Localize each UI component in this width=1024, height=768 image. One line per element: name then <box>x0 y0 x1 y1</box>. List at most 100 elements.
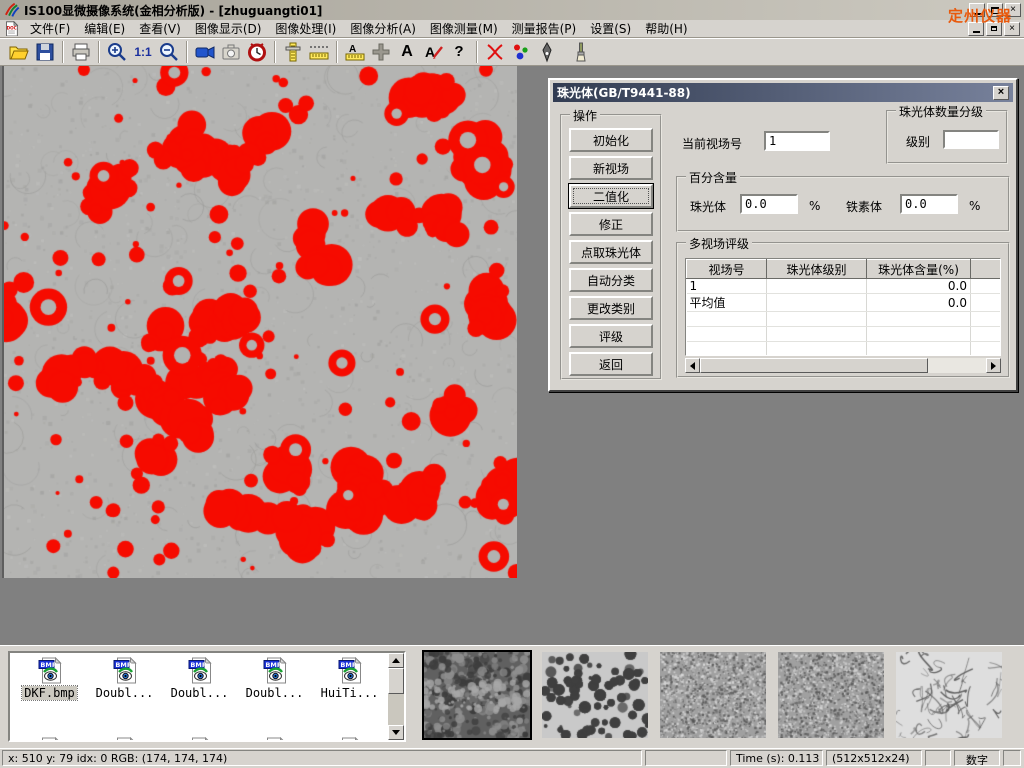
zoom-in-icon <box>106 41 128 63</box>
save-button[interactable] <box>32 40 58 64</box>
pearlite-label: 珠光体 <box>690 198 726 215</box>
table-cell: 1 <box>687 279 767 294</box>
minimize-icon <box>974 13 981 15</box>
file-item[interactable]: HuiTi... <box>312 657 387 700</box>
ruler-button[interactable] <box>306 40 332 64</box>
level-input[interactable] <box>943 130 999 149</box>
file-item[interactable] <box>237 737 312 742</box>
timer-button[interactable] <box>244 40 270 64</box>
table-row[interactable]: 1 0.0 <box>687 279 1002 294</box>
camera-capture-button[interactable] <box>218 40 244 64</box>
svg-text:DOC: DOC <box>7 25 17 30</box>
file-item[interactable]: Doubl... <box>87 657 162 700</box>
menu-item-image-analysis[interactable]: 图像分析(A) <box>343 19 423 38</box>
rating-table[interactable]: 视场号 珠光体级别 珠光体含量(%) 铁素体 1 0.0 <box>685 258 1001 356</box>
mdi-close-button[interactable]: × <box>1004 22 1020 36</box>
particles-icon <box>510 41 532 63</box>
file-browser-panel: DKF.bmp Doubl... Doubl... Doubl... HuiTi… <box>0 645 1024 748</box>
menu-item-help[interactable]: 帮助(H) <box>638 19 694 38</box>
percent-group: 百分含量 珠光体 % 铁素体 % <box>676 176 1010 232</box>
menu-item-file[interactable]: 文件(F) <box>23 19 77 38</box>
file-list-scrollbar[interactable] <box>388 653 404 740</box>
scroll-up-button[interactable] <box>388 653 404 668</box>
app-logo-icon <box>3 2 20 18</box>
print-icon <box>70 41 92 63</box>
pen-button[interactable] <box>534 40 560 64</box>
thumbnail-1[interactable] <box>424 652 530 738</box>
menu-item-settings[interactable]: 设置(S) <box>583 19 638 38</box>
metallographic-image[interactable] <box>2 66 517 578</box>
dialog-close-button[interactable]: × <box>993 86 1009 100</box>
file-item[interactable]: Doubl... <box>237 657 312 700</box>
zoom-out-button[interactable] <box>156 40 182 64</box>
correct-button[interactable]: 修正 <box>569 212 653 236</box>
move-button[interactable] <box>368 40 394 64</box>
print-button[interactable] <box>68 40 94 64</box>
file-item[interactable] <box>312 737 387 742</box>
thumbnail-5[interactable] <box>896 652 1002 738</box>
video-capture-button[interactable] <box>192 40 218 64</box>
table-row[interactable]: 平均值 0.0 <box>687 294 1002 312</box>
percent-sign: % <box>969 199 980 213</box>
caliper-icon <box>282 41 304 63</box>
actual-size-button[interactable]: 1:1 <box>130 40 156 64</box>
mdi-restore-button[interactable] <box>986 22 1002 36</box>
return-button[interactable]: 返回 <box>569 352 653 376</box>
caliper-button[interactable] <box>280 40 306 64</box>
phase-particles-button[interactable] <box>508 40 534 64</box>
thumbnail-3[interactable] <box>660 652 766 738</box>
pearlite-percent-input[interactable] <box>740 194 798 214</box>
scrollbar-thumb[interactable] <box>388 668 404 694</box>
menu-item-edit[interactable]: 编辑(E) <box>77 19 132 38</box>
rate-button[interactable]: 评级 <box>569 324 653 348</box>
current-field-input[interactable] <box>764 131 830 151</box>
status-panel-empty <box>925 750 951 766</box>
table-cell <box>767 294 867 312</box>
actual-size-label: 1:1 <box>134 45 151 59</box>
multifield-group: 多视场评级 视场号 珠光体级别 珠光体含量(%) 铁素体 1 <box>676 242 1010 378</box>
file-item[interactable]: Doubl... <box>162 657 237 700</box>
auto-classify-button[interactable]: 自动分类 <box>569 268 653 292</box>
maximize-button[interactable] <box>987 3 1003 17</box>
file-item[interactable]: DKF.bmp <box>12 657 87 700</box>
mdi-minimize-button[interactable] <box>968 22 984 36</box>
initialize-button[interactable]: 初始化 <box>569 128 653 152</box>
help-button[interactable]: ? <box>446 40 472 64</box>
menu-item-image-processing[interactable]: 图像处理(I) <box>268 19 343 38</box>
menu-item-image-measure[interactable]: 图像测量(M) <box>423 19 505 38</box>
menu-item-measure-report[interactable]: 测量报告(P) <box>505 19 584 38</box>
new-field-button[interactable]: 新视场 <box>569 156 653 180</box>
scroll-down-button[interactable] <box>388 725 404 740</box>
change-class-button[interactable]: 更改类别 <box>569 296 653 320</box>
zoom-in-button[interactable] <box>104 40 130 64</box>
scrollbar-thumb[interactable] <box>700 358 928 373</box>
brush-button[interactable] <box>568 40 594 64</box>
file-item[interactable] <box>162 737 237 742</box>
cut-button[interactable] <box>482 40 508 64</box>
menu-item-view[interactable]: 查看(V) <box>132 19 188 38</box>
toolbar-separator <box>62 41 64 63</box>
annotate-button[interactable]: A <box>420 40 446 64</box>
binarize-button[interactable]: 二值化 <box>569 184 653 208</box>
pen-icon <box>536 41 558 63</box>
pick-pearlite-button[interactable]: 点取珠光体 <box>569 240 653 264</box>
measure-text-button[interactable]: A <box>342 40 368 64</box>
table-row <box>687 327 1002 342</box>
table-h-scrollbar[interactable] <box>685 358 1001 373</box>
dialog-title-bar[interactable]: 珠光体(GB/T9441-88) × <box>553 83 1013 102</box>
close-button[interactable]: × <box>1005 3 1021 17</box>
grading-group-label: 珠光体数量分级 <box>896 103 986 120</box>
file-item[interactable] <box>87 737 162 742</box>
scroll-left-button[interactable] <box>685 358 700 373</box>
scroll-right-button[interactable] <box>986 358 1001 373</box>
svg-text:A: A <box>425 44 435 60</box>
menu-item-image-display[interactable]: 图像显示(D) <box>188 19 269 38</box>
header-pearlite-content: 珠光体含量(%) <box>867 260 971 279</box>
thumbnail-4[interactable] <box>778 652 884 738</box>
minimize-button[interactable] <box>969 3 985 17</box>
thumbnail-2[interactable] <box>542 652 648 738</box>
text-button[interactable]: A <box>394 40 420 64</box>
ferrite-percent-input[interactable] <box>900 194 958 214</box>
file-item[interactable] <box>12 737 87 742</box>
open-button[interactable] <box>6 40 32 64</box>
